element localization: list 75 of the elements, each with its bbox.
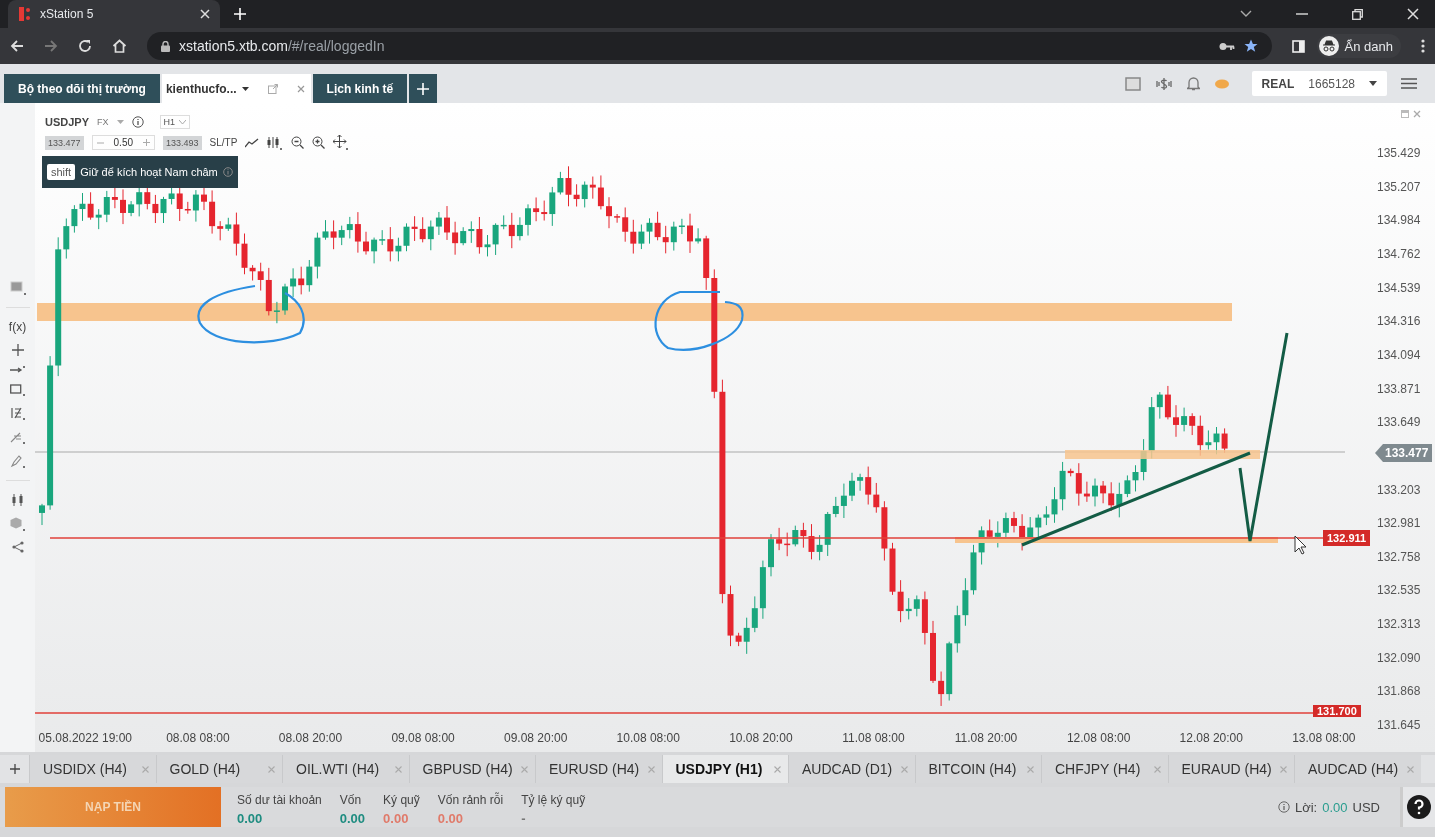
sell-price-button[interactable]: 133.477 bbox=[45, 135, 84, 150]
timeframe-dropdown[interactable]: H1 bbox=[159, 115, 191, 129]
address-bar[interactable]: xstation5.xtb.com/#/real/loggedIn bbox=[147, 32, 1272, 60]
volume-field[interactable]: 0.50 bbox=[91, 135, 155, 150]
profile-button[interactable]: Ẩn danh bbox=[1316, 34, 1401, 58]
time-axis-label: 13.08 08:00 bbox=[1291, 731, 1357, 747]
price-axis-label: 133.203 bbox=[1377, 482, 1421, 497]
profit-value: 0.00 bbox=[1322, 799, 1348, 815]
stat-label: Số dư tài khoản bbox=[237, 793, 322, 807]
workspace-tab[interactable]: kienthucfo... bbox=[161, 74, 311, 103]
url-text: xstation5.xtb.com/#/real/loggedIn bbox=[179, 38, 385, 54]
time-axis-label: 09.08 08:00 bbox=[390, 731, 456, 747]
chart-tab[interactable]: AUDCAD (D1) bbox=[788, 755, 915, 783]
stat-value: 0.00 bbox=[339, 811, 366, 826]
chart-tab[interactable]: EURAUD (H4) bbox=[1167, 755, 1294, 783]
stat-label: Vốn rảnh rỗi bbox=[437, 793, 504, 807]
chart-tab[interactable]: USDJPY (H1) bbox=[661, 755, 788, 783]
price-axis-label: 133.649 bbox=[1377, 415, 1421, 430]
currency-label: USD bbox=[1352, 799, 1380, 815]
stat-label: Ký quỹ bbox=[383, 793, 420, 807]
chart-tab[interactable]: GBPUSD (H4) bbox=[408, 755, 535, 783]
price-axis-label: 131.868 bbox=[1377, 684, 1421, 699]
chart-tab[interactable]: OIL.WTI (H4) bbox=[282, 755, 409, 783]
price-axis-label: 134.539 bbox=[1377, 280, 1421, 295]
buy-price-button[interactable]: 133.493 bbox=[163, 135, 202, 150]
time-axis-label: 11.08 08:00 bbox=[841, 731, 906, 747]
time-axis-label: 12.08 20:00 bbox=[1178, 731, 1244, 747]
market-label[interactable]: FX bbox=[97, 117, 109, 127]
price-axis-label: 134.316 bbox=[1377, 314, 1421, 329]
time-axis-label: 10.08 08:00 bbox=[615, 731, 681, 747]
chart-tab[interactable]: EURUSD (H4) bbox=[535, 755, 662, 783]
sltp-button[interactable]: SL/TP bbox=[209, 137, 238, 148]
stat-label: Vốn bbox=[339, 793, 363, 807]
workspace-tab[interactable]: Lịch kinh tế bbox=[312, 74, 408, 103]
account-number: 1665128 bbox=[1308, 76, 1355, 91]
time-axis-label: 12.08 08:00 bbox=[1065, 731, 1132, 747]
price-line-tag: 131.700 bbox=[1313, 705, 1361, 717]
price-axis-label: 135.207 bbox=[1377, 179, 1421, 194]
price-axis-label: 132.090 bbox=[1377, 650, 1421, 665]
stat-value: 0.00 bbox=[383, 811, 410, 826]
price-axis-label: 134.094 bbox=[1377, 347, 1421, 362]
price-axis-label: 135.429 bbox=[1377, 146, 1421, 160]
workspace-tab[interactable]: Bộ theo dõi thị trường bbox=[4, 74, 160, 103]
price-axis-label: 132.313 bbox=[1377, 617, 1421, 632]
price-axis-label: 132.981 bbox=[1377, 516, 1421, 531]
stat-value: 0.00 bbox=[237, 811, 264, 826]
time-axis-label: 05.08.2022 19:00 bbox=[37, 731, 133, 747]
price-axis-label: 134.762 bbox=[1377, 246, 1421, 261]
time-axis-label: 11.08 20:00 bbox=[953, 731, 1019, 747]
hint-text: Giữ để kích hoạt Nam châm bbox=[80, 166, 218, 178]
price-line-tag: 132.911 bbox=[1323, 530, 1371, 546]
account-selector[interactable]: REAL 1665128 bbox=[1251, 71, 1387, 96]
time-axis-label: 09.08 20:00 bbox=[502, 731, 569, 747]
indicators-button[interactable]: f(x) bbox=[8, 320, 27, 334]
symbol-label[interactable]: USDJPY bbox=[45, 116, 90, 128]
account-mode: REAL bbox=[1261, 76, 1295, 91]
price-axis-label: 134.984 bbox=[1377, 213, 1421, 228]
chart-tab[interactable]: GOLD (H4) bbox=[155, 755, 282, 783]
stat-value: - bbox=[521, 811, 527, 826]
price-axis-label: 132.758 bbox=[1377, 549, 1421, 564]
chart-tab[interactable]: USDIDX (H4) bbox=[29, 755, 156, 783]
chart-tab[interactable]: AUDCAD (H4) bbox=[1294, 755, 1421, 783]
shift-key: shift bbox=[47, 164, 76, 180]
profit-label: Lời: bbox=[1294, 799, 1318, 815]
current-price-tag: 133.477 bbox=[1375, 444, 1433, 462]
time-axis-label: 08.08 08:00 bbox=[165, 731, 231, 747]
price-axis-label: 132.535 bbox=[1377, 583, 1421, 598]
chart-tab[interactable]: CHFJPY (H4) bbox=[1041, 755, 1168, 783]
time-axis-label: 10.08 20:00 bbox=[728, 731, 794, 747]
stat-label: Tỷ lệ ký quỹ bbox=[521, 793, 586, 807]
stat-value: 0.00 bbox=[437, 811, 465, 826]
price-axis-label: 133.871 bbox=[1377, 381, 1421, 396]
time-axis-label: 08.08 20:00 bbox=[277, 731, 344, 747]
price-axis-label: 131.645 bbox=[1377, 718, 1421, 733]
chart-tab[interactable]: BITCOIN (H4) bbox=[914, 755, 1041, 783]
